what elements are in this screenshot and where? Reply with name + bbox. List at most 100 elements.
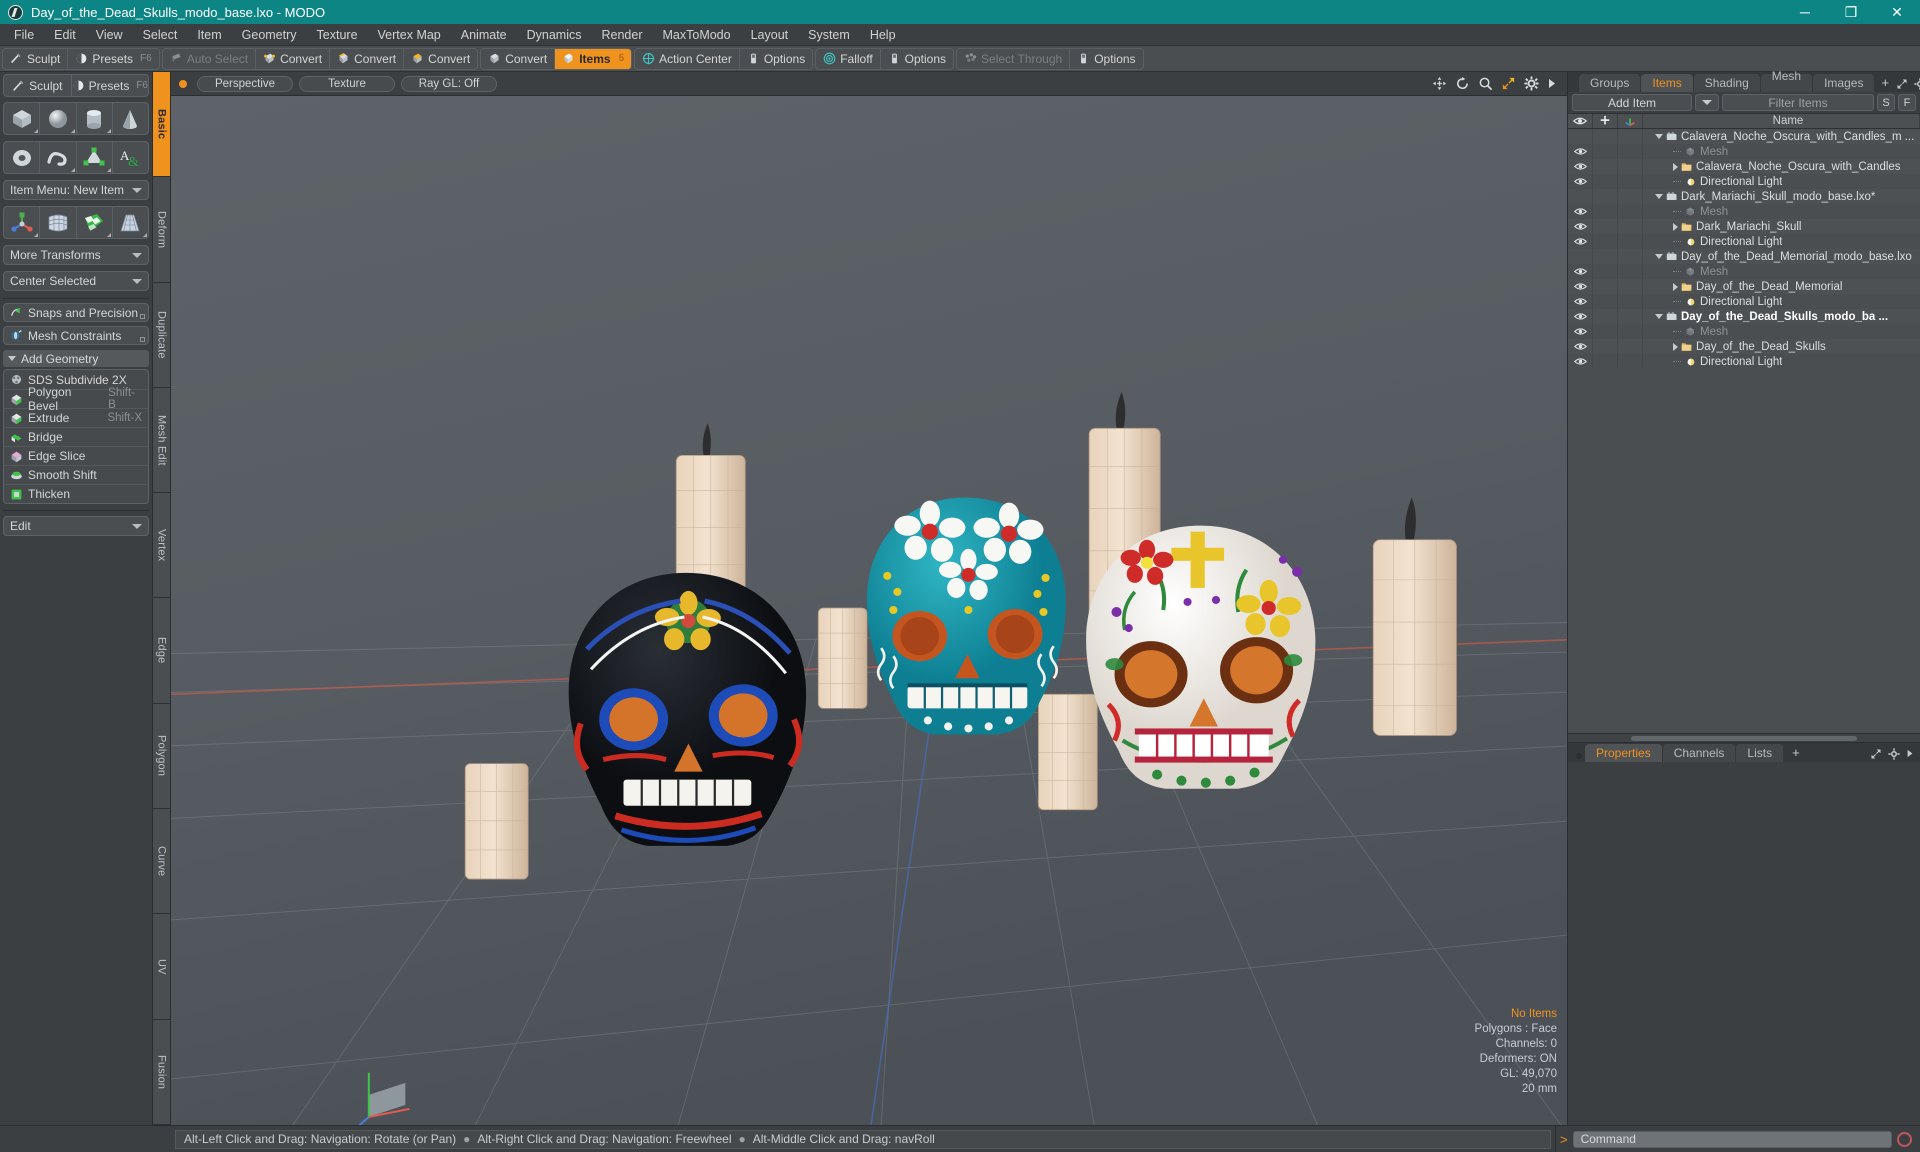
- geometry-tool-smooth-shift[interactable]: Smooth Shift: [4, 465, 148, 484]
- menu-item-animate[interactable]: Animate: [451, 26, 517, 44]
- row-lock-toggle[interactable]: [1593, 159, 1618, 174]
- transform-options-corner[interactable]: [34, 233, 39, 237]
- row-visibility-toggle[interactable]: [1568, 144, 1593, 159]
- row-transform-toggle[interactable]: [1618, 219, 1643, 234]
- eye-column-header[interactable]: [1568, 114, 1593, 128]
- panel-tab-images[interactable]: Images: [1813, 74, 1875, 92]
- item-tree-row[interactable]: Day_of_the_Dead_Memorial: [1568, 279, 1920, 294]
- toolbar-convert-button[interactable]: Convert: [329, 48, 403, 69]
- item-tree-scene-row[interactable]: Day_of_the_Dead_Skulls_modo_ba ...: [1568, 309, 1920, 324]
- panel-tab-mesh-[interactable]: Mesh ...: [1760, 69, 1813, 97]
- vertical-tab-uv[interactable]: UV: [153, 914, 170, 1020]
- viewport-shading-button[interactable]: Texture: [299, 75, 395, 92]
- chevron-right-icon[interactable]: [1673, 282, 1678, 291]
- menu-item-vertex-map[interactable]: Vertex Map: [368, 26, 451, 44]
- viewport-menu-dot[interactable]: [179, 79, 187, 88]
- edit-dropdown[interactable]: Edit: [3, 516, 149, 536]
- rotate-icon[interactable]: [1455, 76, 1470, 91]
- item-tree-row[interactable]: Mesh: [1568, 204, 1920, 219]
- expand-icon[interactable]: [1896, 78, 1908, 90]
- lock-column-header[interactable]: [1593, 114, 1618, 128]
- toolbar-convert-button[interactable]: Convert: [255, 48, 329, 69]
- row-transform-toggle[interactable]: [1618, 189, 1643, 204]
- sculpt-button[interactable]: Sculpt: [4, 75, 71, 96]
- row-visibility-toggle[interactable]: [1568, 174, 1593, 189]
- row-transform-toggle[interactable]: [1618, 279, 1643, 294]
- expand-icon[interactable]: [1870, 748, 1882, 760]
- name-column-header[interactable]: Name: [1643, 114, 1920, 128]
- filter-s-button[interactable]: S: [1877, 94, 1895, 111]
- move-icon[interactable]: [1432, 76, 1447, 91]
- vertical-tab-edge[interactable]: Edge: [153, 598, 170, 704]
- chevron-down-icon[interactable]: [1655, 194, 1663, 199]
- add-properties-tab-button[interactable]: +: [1784, 745, 1808, 762]
- row-visibility-toggle[interactable]: [1568, 309, 1593, 324]
- row-visibility-toggle[interactable]: [1568, 219, 1593, 234]
- row-lock-toggle[interactable]: [1593, 339, 1618, 354]
- row-visibility-toggle[interactable]: [1568, 279, 1593, 294]
- vertical-tab-curve[interactable]: Curve: [153, 809, 170, 915]
- cube-primitive-button[interactable]: [4, 103, 39, 134]
- command-input[interactable]: Command: [1572, 1130, 1892, 1148]
- row-transform-toggle[interactable]: [1618, 354, 1643, 369]
- row-lock-toggle[interactable]: [1593, 249, 1618, 264]
- menu-item-edit[interactable]: Edit: [44, 26, 86, 44]
- chevron-right-icon[interactable]: [1673, 162, 1678, 171]
- row-transform-toggle[interactable]: [1618, 129, 1643, 144]
- record-icon[interactable]: [1897, 1131, 1912, 1147]
- close-button[interactable]: ✕: [1874, 0, 1920, 24]
- item-tree-scene-row[interactable]: Calavera_Noche_Oscura_with_Candles_m ...: [1568, 129, 1920, 144]
- chevron-down-icon[interactable]: [1655, 254, 1663, 259]
- menu-item-help[interactable]: Help: [860, 26, 906, 44]
- add-item-dropdown[interactable]: [1695, 94, 1719, 111]
- panel-tab-items[interactable]: Items: [1641, 74, 1693, 92]
- more-transforms-dropdown[interactable]: More Transforms: [3, 245, 149, 265]
- toolbar-options-button[interactable]: Options: [738, 48, 812, 69]
- menu-item-view[interactable]: View: [86, 26, 133, 44]
- row-transform-toggle[interactable]: [1618, 159, 1643, 174]
- minimize-button[interactable]: ─: [1782, 0, 1828, 24]
- filter-f-button[interactable]: F: [1898, 94, 1916, 111]
- row-transform-toggle[interactable]: [1618, 144, 1643, 159]
- toolbar-convert-button[interactable]: Convert: [403, 48, 477, 69]
- fit-icon[interactable]: [1501, 76, 1516, 91]
- item-menu-dropdown[interactable]: Item Menu: New Item: [3, 180, 149, 200]
- menu-item-file[interactable]: File: [4, 26, 44, 44]
- row-transform-toggle[interactable]: [1618, 264, 1643, 279]
- presets-button[interactable]: Presets F6: [70, 75, 148, 96]
- row-lock-toggle[interactable]: [1593, 294, 1618, 309]
- row-visibility-toggle[interactable]: [1568, 189, 1593, 204]
- item-tree-scene-row[interactable]: Day_of_the_Dead_Memorial_modo_base.lxo: [1568, 249, 1920, 264]
- chevron-right-icon[interactable]: [1547, 77, 1557, 90]
- menu-item-system[interactable]: System: [798, 26, 860, 44]
- polygon-mesh-options-corner[interactable]: [106, 168, 111, 172]
- vertical-tab-fusion[interactable]: Fusion: [153, 1019, 170, 1125]
- properties-menu-dot[interactable]: [1576, 752, 1582, 759]
- menu-item-select[interactable]: Select: [133, 26, 188, 44]
- toolbar-options-button[interactable]: Options: [879, 48, 953, 69]
- row-visibility-toggle[interactable]: [1568, 249, 1593, 264]
- properties-tab-properties[interactable]: Properties: [1585, 743, 1662, 762]
- row-visibility-toggle[interactable]: [1568, 324, 1593, 339]
- vertical-tab-mesh-edit[interactable]: Mesh Edit: [153, 387, 170, 494]
- viewport-3d[interactable]: No Items Polygons : Face Channels: 0 Def…: [171, 96, 1567, 1125]
- snaps-and-precision-button[interactable]: Snaps and Precision: [3, 303, 149, 322]
- row-lock-toggle[interactable]: [1593, 204, 1618, 219]
- add-tab-button[interactable]: +: [1875, 75, 1895, 92]
- chevron-right-icon[interactable]: [1673, 342, 1678, 351]
- menu-item-geometry[interactable]: Geometry: [232, 26, 307, 44]
- chevron-right-icon[interactable]: [1673, 222, 1678, 231]
- menu-item-item[interactable]: Item: [187, 26, 231, 44]
- item-tree-row[interactable]: Calavera_Noche_Oscura_with_Candles: [1568, 159, 1920, 174]
- row-visibility-toggle[interactable]: [1568, 234, 1593, 249]
- panel-tab-shading[interactable]: Shading: [1693, 74, 1760, 92]
- row-visibility-toggle[interactable]: [1568, 339, 1593, 354]
- row-lock-toggle[interactable]: [1593, 144, 1618, 159]
- item-tree-row[interactable]: Mesh: [1568, 264, 1920, 279]
- row-lock-toggle[interactable]: [1593, 264, 1618, 279]
- chevron-down-icon[interactable]: [1655, 134, 1663, 139]
- row-transform-toggle[interactable]: [1618, 174, 1643, 189]
- toolbar-sculpt-button[interactable]: Sculpt: [3, 49, 67, 69]
- menu-item-texture[interactable]: Texture: [307, 26, 368, 44]
- item-tree-row[interactable]: Directional Light: [1568, 354, 1920, 369]
